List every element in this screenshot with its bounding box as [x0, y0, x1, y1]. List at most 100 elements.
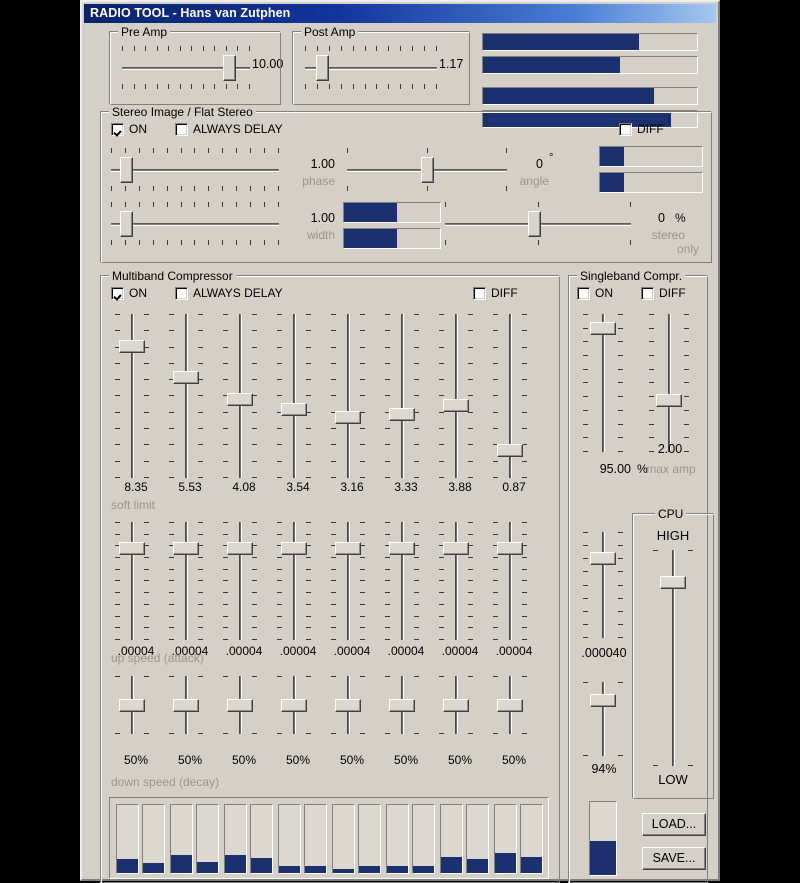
- singleband-attack-slider[interactable]: [583, 532, 623, 638]
- slider-thumb[interactable]: [497, 443, 523, 457]
- slider-thumb[interactable]: [389, 541, 415, 555]
- singleband-ratio-slider[interactable]: [583, 314, 623, 452]
- max-amp-value: 2.00: [657, 442, 683, 456]
- angle-ticks-top: [347, 148, 507, 154]
- singleband-diff-checkbox[interactable]: DIFF: [641, 286, 686, 300]
- mb-soft-slider[interactable]: [115, 314, 149, 478]
- slider-ticks-left: [169, 522, 174, 640]
- pre-amp-thumb[interactable]: [223, 55, 237, 81]
- angle-slider[interactable]: [347, 148, 507, 192]
- mb-down-slider[interactable]: [331, 676, 365, 734]
- width-ticks-bottom: [111, 240, 279, 246]
- stereo-only-slider[interactable]: [445, 202, 631, 246]
- mb-up-slider[interactable]: [493, 522, 527, 640]
- mb-down-slider[interactable]: [493, 676, 527, 734]
- singleband-on-checkbox[interactable]: ON: [577, 286, 613, 300]
- mb-soft-slider[interactable]: [385, 314, 419, 478]
- cpu-thumb[interactable]: [660, 576, 686, 590]
- mb-down-slider[interactable]: [223, 676, 257, 734]
- slider-thumb[interactable]: [497, 698, 523, 712]
- slider-thumb[interactable]: [443, 541, 469, 555]
- slider-ticks-left: [439, 522, 444, 640]
- slider-thumb[interactable]: [227, 698, 253, 712]
- slider-ticks-right: [198, 314, 203, 478]
- cpu-slider[interactable]: [653, 550, 693, 766]
- mb-soft-slider[interactable]: [169, 314, 203, 478]
- slider-thumb[interactable]: [227, 392, 253, 406]
- mb-down-slider[interactable]: [439, 676, 473, 734]
- slider-thumb[interactable]: [119, 698, 145, 712]
- slider-thumb[interactable]: [119, 541, 145, 555]
- post-amp-slider[interactable]: [305, 46, 437, 90]
- slider-thumb[interactable]: [227, 541, 253, 555]
- phase-slider[interactable]: [111, 148, 279, 192]
- mb-soft-slider[interactable]: [277, 314, 311, 478]
- slider-thumb[interactable]: [173, 371, 199, 385]
- slider-thumb[interactable]: [119, 339, 145, 353]
- band-level-meter: [386, 804, 409, 874]
- singleband-title: Singleband Compr.: [577, 269, 686, 283]
- slider-thumb[interactable]: [281, 698, 307, 712]
- stereo-always-delay-checkbox[interactable]: ALWAYS DELAY: [175, 122, 283, 136]
- slider-thumb[interactable]: [281, 403, 307, 417]
- slider-thumb[interactable]: [497, 541, 523, 555]
- mb-soft-slider[interactable]: [439, 314, 473, 478]
- slider-ticks-left: [331, 522, 336, 640]
- slider-thumb[interactable]: [281, 541, 307, 555]
- max-amp-slider[interactable]: [649, 314, 689, 452]
- mb-up-slider[interactable]: [439, 522, 473, 640]
- slider-thumb[interactable]: [335, 410, 361, 424]
- post-amp-title: Post Amp: [301, 25, 359, 39]
- phase-thumb[interactable]: [120, 157, 134, 183]
- mb-down-slider[interactable]: [385, 676, 419, 734]
- mb-up-slider[interactable]: [277, 522, 311, 640]
- mb-soft-slider[interactable]: [493, 314, 527, 478]
- slider-thumb[interactable]: [335, 698, 361, 712]
- slider-thumb[interactable]: [335, 541, 361, 555]
- meter-fill: [143, 863, 164, 873]
- pre-amp-slider[interactable]: [122, 46, 250, 90]
- angle-thumb[interactable]: [420, 157, 434, 183]
- stereo-on-checkbox[interactable]: ON: [111, 122, 147, 136]
- meter-fill: [483, 88, 655, 104]
- post-amp-thumb[interactable]: [315, 55, 329, 81]
- decay-thumb[interactable]: [590, 694, 616, 708]
- meter-fill: [413, 866, 434, 873]
- width-thumb[interactable]: [120, 211, 134, 237]
- slider-thumb[interactable]: [443, 698, 469, 712]
- meter-fill: [279, 865, 300, 873]
- band-level-meter: [358, 804, 381, 874]
- slider-ticks-right: [468, 522, 473, 640]
- width-value: 1.00: [310, 211, 335, 225]
- ratio-thumb[interactable]: [590, 321, 616, 335]
- mb-soft-slider[interactable]: [223, 314, 257, 478]
- mb-up-slider[interactable]: [169, 522, 203, 640]
- multiband-on-checkbox[interactable]: ON: [111, 286, 147, 300]
- slider-thumb[interactable]: [389, 698, 415, 712]
- stereo-diff-checkbox[interactable]: DIFF: [619, 122, 664, 136]
- slider-thumb[interactable]: [389, 407, 415, 421]
- mb-down-slider[interactable]: [277, 676, 311, 734]
- attack-thumb[interactable]: [590, 552, 616, 566]
- mb-up-slider[interactable]: [115, 522, 149, 640]
- width-slider[interactable]: [111, 202, 279, 246]
- singleband-decay-slider[interactable]: [583, 682, 623, 756]
- mb-down-slider[interactable]: [169, 676, 203, 734]
- output-level-meter: [482, 87, 698, 105]
- mb-up-slider[interactable]: [385, 522, 419, 640]
- mb-up-slider[interactable]: [223, 522, 257, 640]
- meter-fill: [483, 57, 620, 73]
- load-button[interactable]: LOAD...: [642, 813, 706, 836]
- stereo-only-thumb[interactable]: [528, 211, 542, 237]
- mb-down-slider[interactable]: [115, 676, 149, 734]
- slider-thumb[interactable]: [173, 698, 199, 712]
- slider-thumb[interactable]: [173, 541, 199, 555]
- save-button[interactable]: SAVE...: [642, 847, 706, 870]
- multiband-always-delay-checkbox[interactable]: ALWAYS DELAY: [175, 286, 283, 300]
- multiband-title: Multiband Compressor: [109, 269, 236, 283]
- mb-up-slider[interactable]: [331, 522, 365, 640]
- mb-soft-slider[interactable]: [331, 314, 365, 478]
- slider-thumb[interactable]: [443, 398, 469, 412]
- multiband-diff-checkbox[interactable]: DIFF: [473, 286, 518, 300]
- max-amp-thumb[interactable]: [656, 394, 682, 407]
